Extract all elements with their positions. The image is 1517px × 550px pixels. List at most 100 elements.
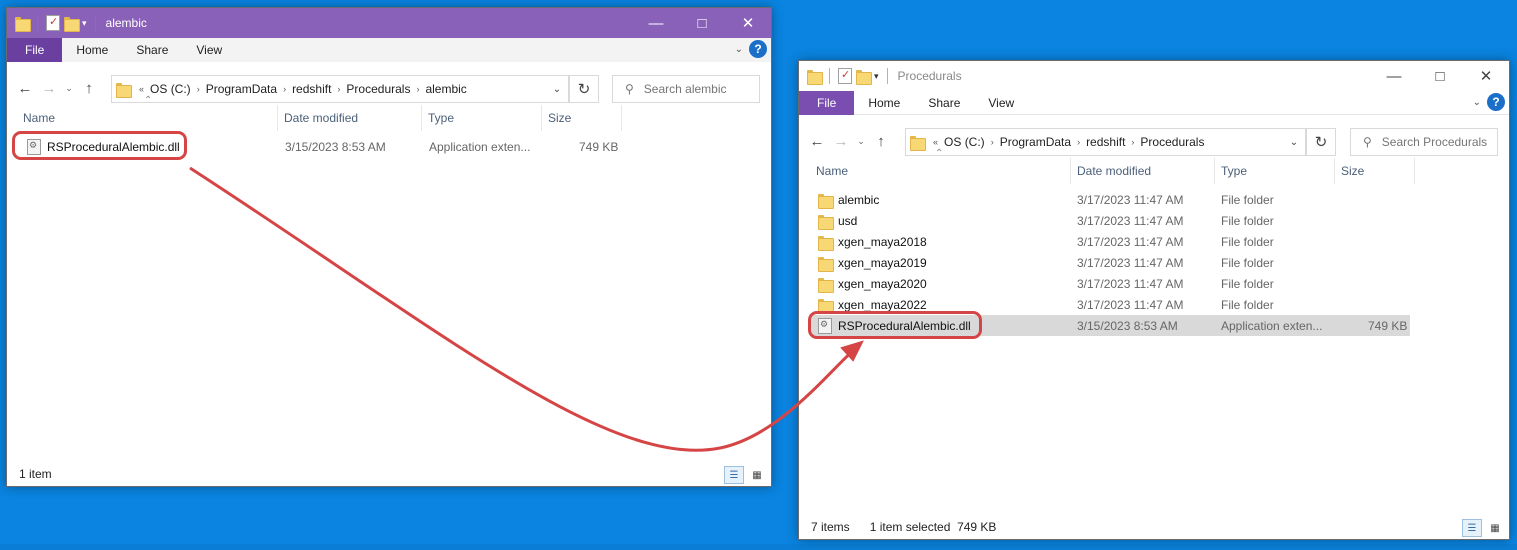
minimize-button[interactable]: —: [633, 8, 679, 38]
file-date: 3/17/2023 11:47 AM: [1077, 192, 1184, 207]
tab-file[interactable]: File: [7, 38, 63, 62]
quick-access-toolbar: ▾: [7, 15, 100, 32]
title-bar[interactable]: ▾ Procedurals — □ ✕: [799, 61, 1509, 91]
maximize-button[interactable]: □: [679, 8, 725, 38]
file-name: xgen_maya2019: [838, 255, 927, 270]
properties-icon[interactable]: [46, 15, 60, 31]
expand-ribbon-icon[interactable]: ⌄: [735, 44, 743, 55]
breadcrumb-item[interactable]: alembic: [425, 82, 466, 96]
list-item[interactable]: xgen_maya2020 3/17/2023 11:47 AM File fo…: [810, 273, 1410, 294]
maximize-button[interactable]: □: [1417, 61, 1463, 91]
new-folder-icon[interactable]: [64, 16, 80, 32]
search-box[interactable]: ⚲: [1350, 128, 1498, 156]
customize-toolbar-icon[interactable]: ▾: [874, 71, 879, 82]
explorer-window-alembic: ▾ alembic — □ ✕ File Home Share View ⌄ ?…: [6, 7, 772, 487]
column-header-type[interactable]: Type: [422, 105, 542, 131]
new-folder-icon[interactable]: [856, 69, 872, 85]
large-icons-view-icon[interactable]: ▦: [1485, 519, 1505, 537]
search-box[interactable]: ⚲: [612, 75, 760, 103]
chevron-right-icon[interactable]: ›: [337, 84, 340, 94]
navigation-bar: ← → ⌄ ↑ « OS (C:) › ProgramData › redshi…: [7, 72, 771, 104]
folder-icon: [910, 135, 926, 151]
address-bar[interactable]: « OS (C:) › ProgramData › redshift › Pro…: [111, 75, 569, 103]
chevron-right-icon[interactable]: ›: [991, 137, 994, 147]
breadcrumb-item[interactable]: OS (C:): [150, 82, 191, 96]
chevron-right-icon[interactable]: ›: [1077, 137, 1080, 147]
highlight-box-destination: [808, 311, 982, 339]
forward-button[interactable]: →: [37, 80, 61, 97]
breadcrumb-item[interactable]: OS (C:): [944, 135, 985, 149]
file-type: File folder: [1221, 213, 1274, 228]
chevron-right-icon[interactable]: ›: [416, 84, 419, 94]
help-icon[interactable]: ?: [749, 40, 767, 58]
search-input[interactable]: [641, 81, 752, 97]
breadcrumb-item[interactable]: redshift: [292, 82, 331, 96]
tab-home[interactable]: Home: [62, 38, 123, 62]
tab-view[interactable]: View: [182, 38, 237, 62]
expand-ribbon-icon[interactable]: ⌄: [1473, 97, 1481, 108]
chevron-down-icon[interactable]: ⌄: [1283, 129, 1305, 155]
file-size: 749 KB: [1368, 318, 1408, 333]
close-button[interactable]: ✕: [1463, 61, 1509, 91]
list-item[interactable]: alembic 3/17/2023 11:47 AM File folder: [810, 189, 1410, 210]
folder-icon: [818, 298, 834, 314]
column-header-date[interactable]: Date modified: [278, 105, 422, 131]
chevron-right-icon[interactable]: ›: [1131, 137, 1134, 147]
properties-icon[interactable]: [838, 68, 852, 84]
forward-button[interactable]: →: [829, 133, 853, 150]
refresh-button[interactable]: ↻: [1306, 128, 1336, 156]
breadcrumb-item[interactable]: ProgramData: [206, 82, 277, 96]
list-item[interactable]: xgen_maya2018 3/17/2023 11:47 AM File fo…: [810, 231, 1410, 252]
column-header-type[interactable]: Type: [1215, 158, 1335, 184]
column-header-date[interactable]: Date modified: [1071, 158, 1215, 184]
search-input[interactable]: [1379, 134, 1490, 150]
file-type: Application exten...: [1221, 318, 1323, 333]
tab-share[interactable]: Share: [122, 38, 183, 62]
folder-icon: [807, 69, 823, 85]
chevron-right-icon[interactable]: ›: [197, 84, 200, 94]
minimize-button[interactable]: —: [1371, 61, 1417, 91]
chevron-right-icon[interactable]: ›: [283, 84, 286, 94]
window-title: Procedurals: [897, 69, 962, 83]
chevron-down-icon[interactable]: ⌄: [546, 76, 568, 102]
tab-view[interactable]: View: [974, 91, 1028, 115]
details-view-icon[interactable]: ☰: [724, 466, 744, 484]
column-header-size[interactable]: Size: [1335, 158, 1415, 184]
address-bar[interactable]: « OS (C:) › ProgramData › redshift › Pro…: [905, 128, 1306, 156]
recent-locations-icon[interactable]: ⌄: [853, 136, 869, 147]
desktop-background: [0, 544, 1517, 550]
file-name: xgen_maya2018: [838, 234, 927, 249]
column-header-name[interactable]: Name: [17, 105, 278, 131]
tab-file[interactable]: File: [799, 90, 855, 115]
up-button[interactable]: ↑: [77, 80, 101, 97]
customize-toolbar-icon[interactable]: ▾: [82, 18, 87, 29]
file-date: 3/17/2023 11:47 AM: [1077, 276, 1184, 291]
list-item[interactable]: xgen_maya2019 3/17/2023 11:47 AM File fo…: [810, 252, 1410, 273]
file-type: File folder: [1221, 297, 1274, 312]
folder-icon: [818, 235, 834, 251]
column-header-size[interactable]: Size: [542, 105, 622, 131]
details-view-icon[interactable]: ☰: [1462, 519, 1482, 537]
refresh-button[interactable]: ↻: [569, 75, 599, 103]
column-header-name[interactable]: Name: [810, 158, 1071, 184]
breadcrumb-item[interactable]: Procedurals: [1140, 135, 1204, 149]
back-button[interactable]: ←: [13, 80, 37, 97]
folder-icon: [15, 16, 31, 32]
tab-share[interactable]: Share: [914, 91, 974, 115]
breadcrumb-item[interactable]: ProgramData: [1000, 135, 1071, 149]
up-button[interactable]: ↑: [869, 133, 893, 150]
close-button[interactable]: ✕: [725, 8, 771, 38]
window-title: alembic: [105, 16, 147, 30]
breadcrumb-item[interactable]: redshift: [1086, 135, 1125, 149]
list-item[interactable]: usd 3/17/2023 11:47 AM File folder: [810, 210, 1410, 231]
tab-home[interactable]: Home: [854, 91, 914, 115]
help-icon[interactable]: ?: [1487, 93, 1505, 111]
title-bar[interactable]: ▾ alembic — □ ✕: [7, 8, 771, 38]
folder-icon: [818, 277, 834, 293]
breadcrumb-item[interactable]: Procedurals: [346, 82, 410, 96]
back-button[interactable]: ←: [805, 133, 829, 150]
file-date: 3/17/2023 11:47 AM: [1077, 234, 1184, 249]
highlight-box-source: [12, 131, 187, 160]
recent-locations-icon[interactable]: ⌄: [61, 83, 77, 94]
large-icons-view-icon[interactable]: ▦: [747, 466, 767, 484]
